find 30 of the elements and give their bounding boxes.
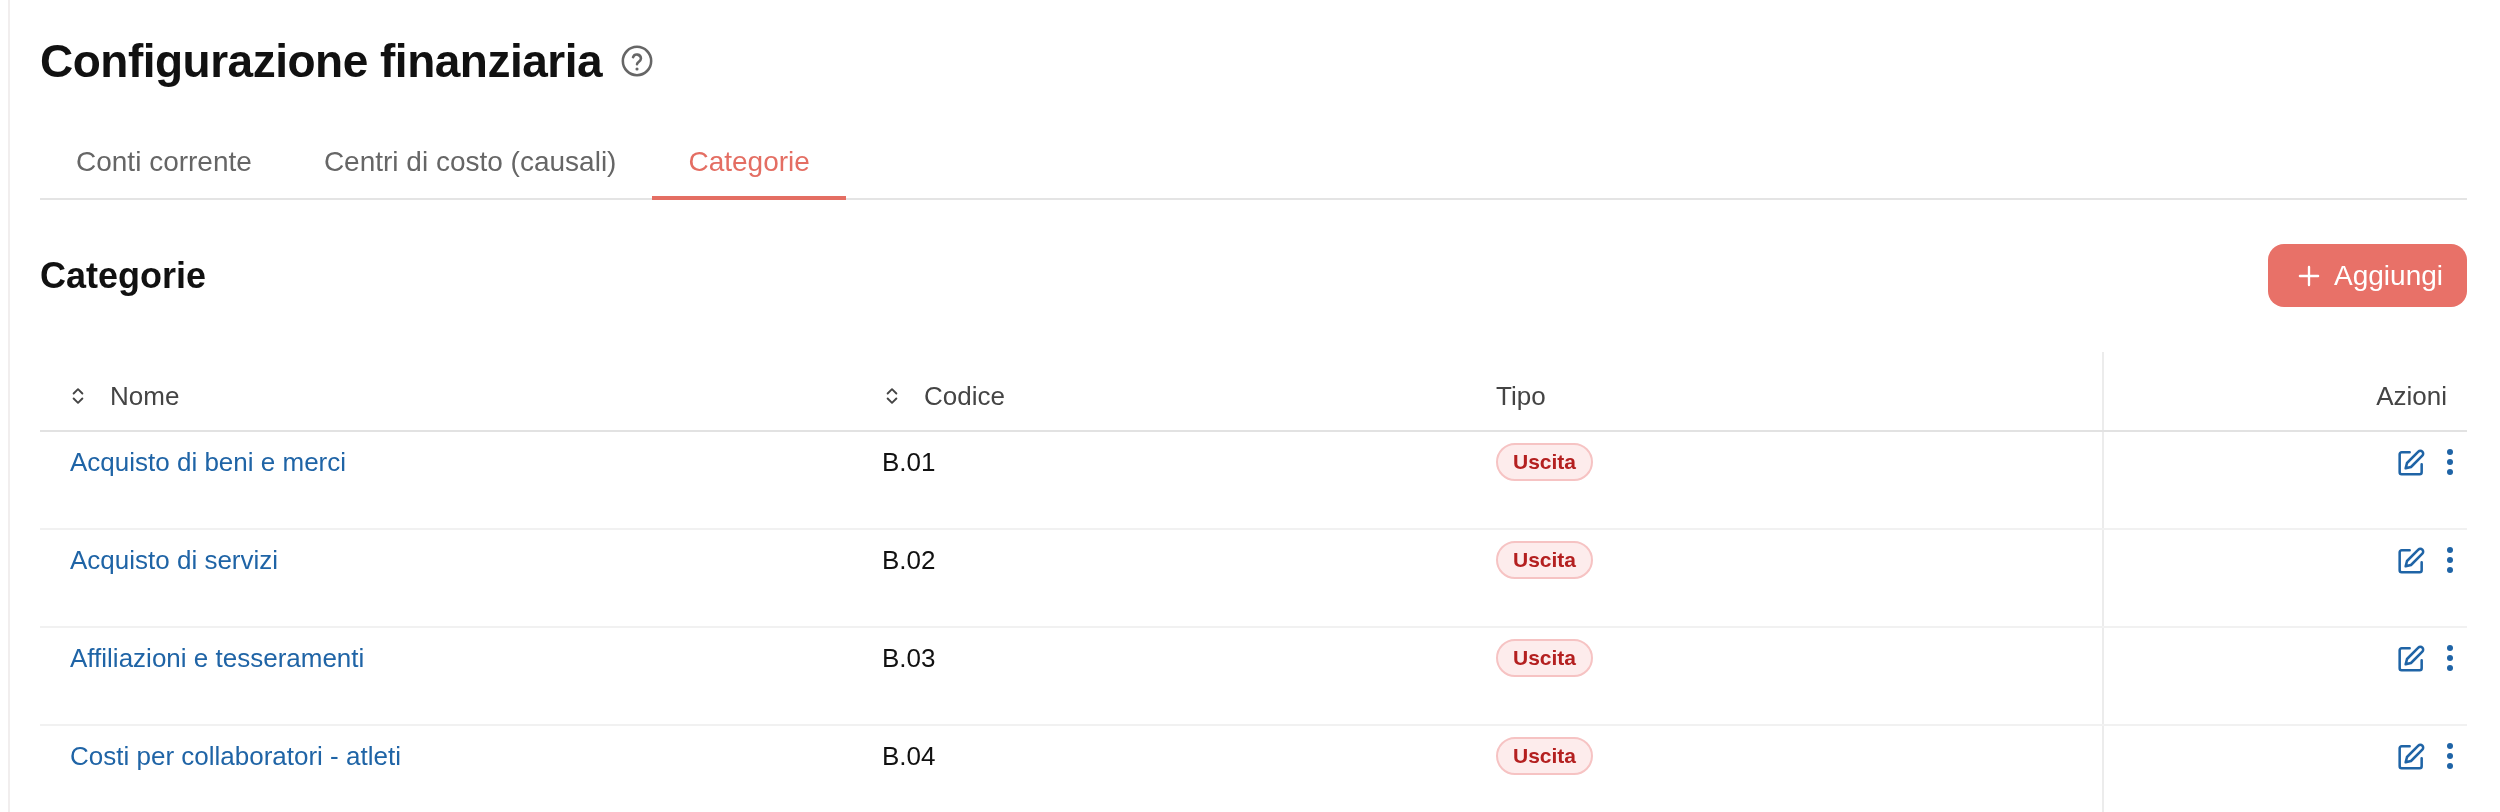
type-badge: Uscita bbox=[1496, 541, 1594, 579]
more-icon[interactable] bbox=[2445, 447, 2455, 477]
page-title: Configurazione finanziaria bbox=[40, 34, 603, 88]
table-cell: B.03 bbox=[882, 643, 936, 674]
edit-icon[interactable] bbox=[2395, 741, 2427, 773]
category-link[interactable]: Affiliazioni e tesseramenti bbox=[70, 643, 365, 674]
table-cell: B.01 bbox=[882, 447, 936, 478]
section-title: Categorie bbox=[40, 254, 207, 297]
category-link[interactable]: Costi per collaboratori - atleti bbox=[70, 741, 401, 772]
tab[interactable]: Centri di costo (causali) bbox=[287, 138, 653, 200]
table-cell: B.02 bbox=[882, 545, 936, 576]
column-header[interactable]: Codice bbox=[882, 380, 1005, 412]
tab[interactable]: Categorie bbox=[652, 138, 846, 200]
column-header: Azioni bbox=[2376, 380, 2447, 412]
category-link[interactable]: Acquisto di servizi bbox=[70, 545, 279, 576]
edit-icon[interactable] bbox=[2395, 643, 2427, 675]
more-icon[interactable] bbox=[2445, 741, 2455, 771]
category-link[interactable]: Acquisto di beni e merci bbox=[70, 447, 347, 478]
edit-icon[interactable] bbox=[2395, 545, 2427, 577]
table-cell: B.04 bbox=[882, 741, 936, 772]
help-icon[interactable] bbox=[620, 44, 655, 78]
tab[interactable]: Conti corrente bbox=[40, 138, 288, 200]
type-badge: Uscita bbox=[1496, 639, 1594, 677]
edit-icon[interactable] bbox=[2395, 447, 2427, 479]
type-badge: Uscita bbox=[1496, 443, 1594, 481]
column-header: Tipo bbox=[1496, 380, 1546, 412]
type-badge: Uscita bbox=[1496, 737, 1594, 775]
more-icon[interactable] bbox=[2445, 643, 2455, 673]
more-icon[interactable] bbox=[2445, 545, 2455, 575]
column-header[interactable]: Nome bbox=[68, 380, 180, 412]
